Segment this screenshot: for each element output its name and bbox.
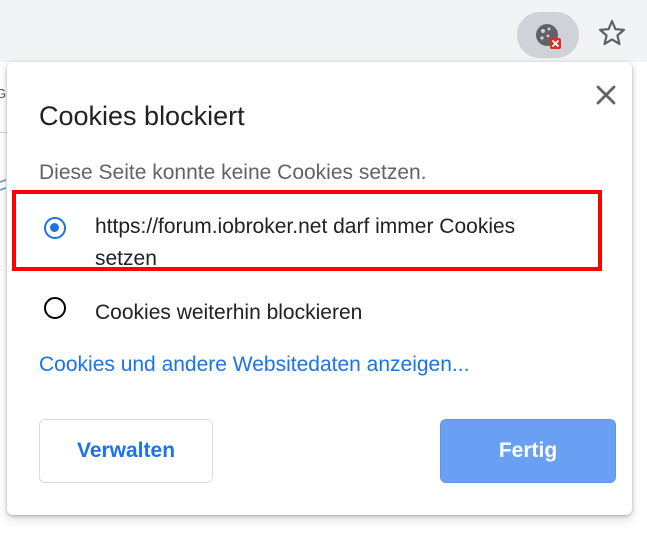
cookie-blocked-button[interactable] [517, 12, 579, 58]
bookmark-star-button[interactable] [596, 17, 628, 49]
option-keep-blocking-label: Cookies weiterhin blockieren [95, 301, 363, 324]
star-icon [598, 19, 626, 46]
show-cookies-link[interactable]: Cookies und andere Websitedaten anzeigen… [39, 353, 469, 377]
radio-keep-blocking[interactable] [44, 297, 66, 319]
close-icon [596, 85, 616, 105]
radio-allow-cookies[interactable] [44, 217, 66, 239]
close-button[interactable] [594, 83, 618, 107]
cookie-blocked-icon [536, 24, 561, 49]
page-edge-glyph: G [0, 86, 7, 101]
page-decoration [0, 187, 7, 191]
dialog-subtitle: Diese Seite konnte keine Cookies setzen. [39, 161, 427, 184]
manage-button[interactable]: Verwalten [39, 419, 213, 483]
page-decoration [0, 179, 7, 183]
dialog-title: Cookies blockiert [39, 101, 245, 131]
option-allow-cookies-label-line1: https://forum.iobroker.net darf immer Co… [95, 215, 516, 238]
browser-toolbar [0, 0, 647, 62]
option-allow-cookies-label-line2: setzen [95, 247, 157, 270]
done-button[interactable]: Fertig [440, 419, 616, 483]
